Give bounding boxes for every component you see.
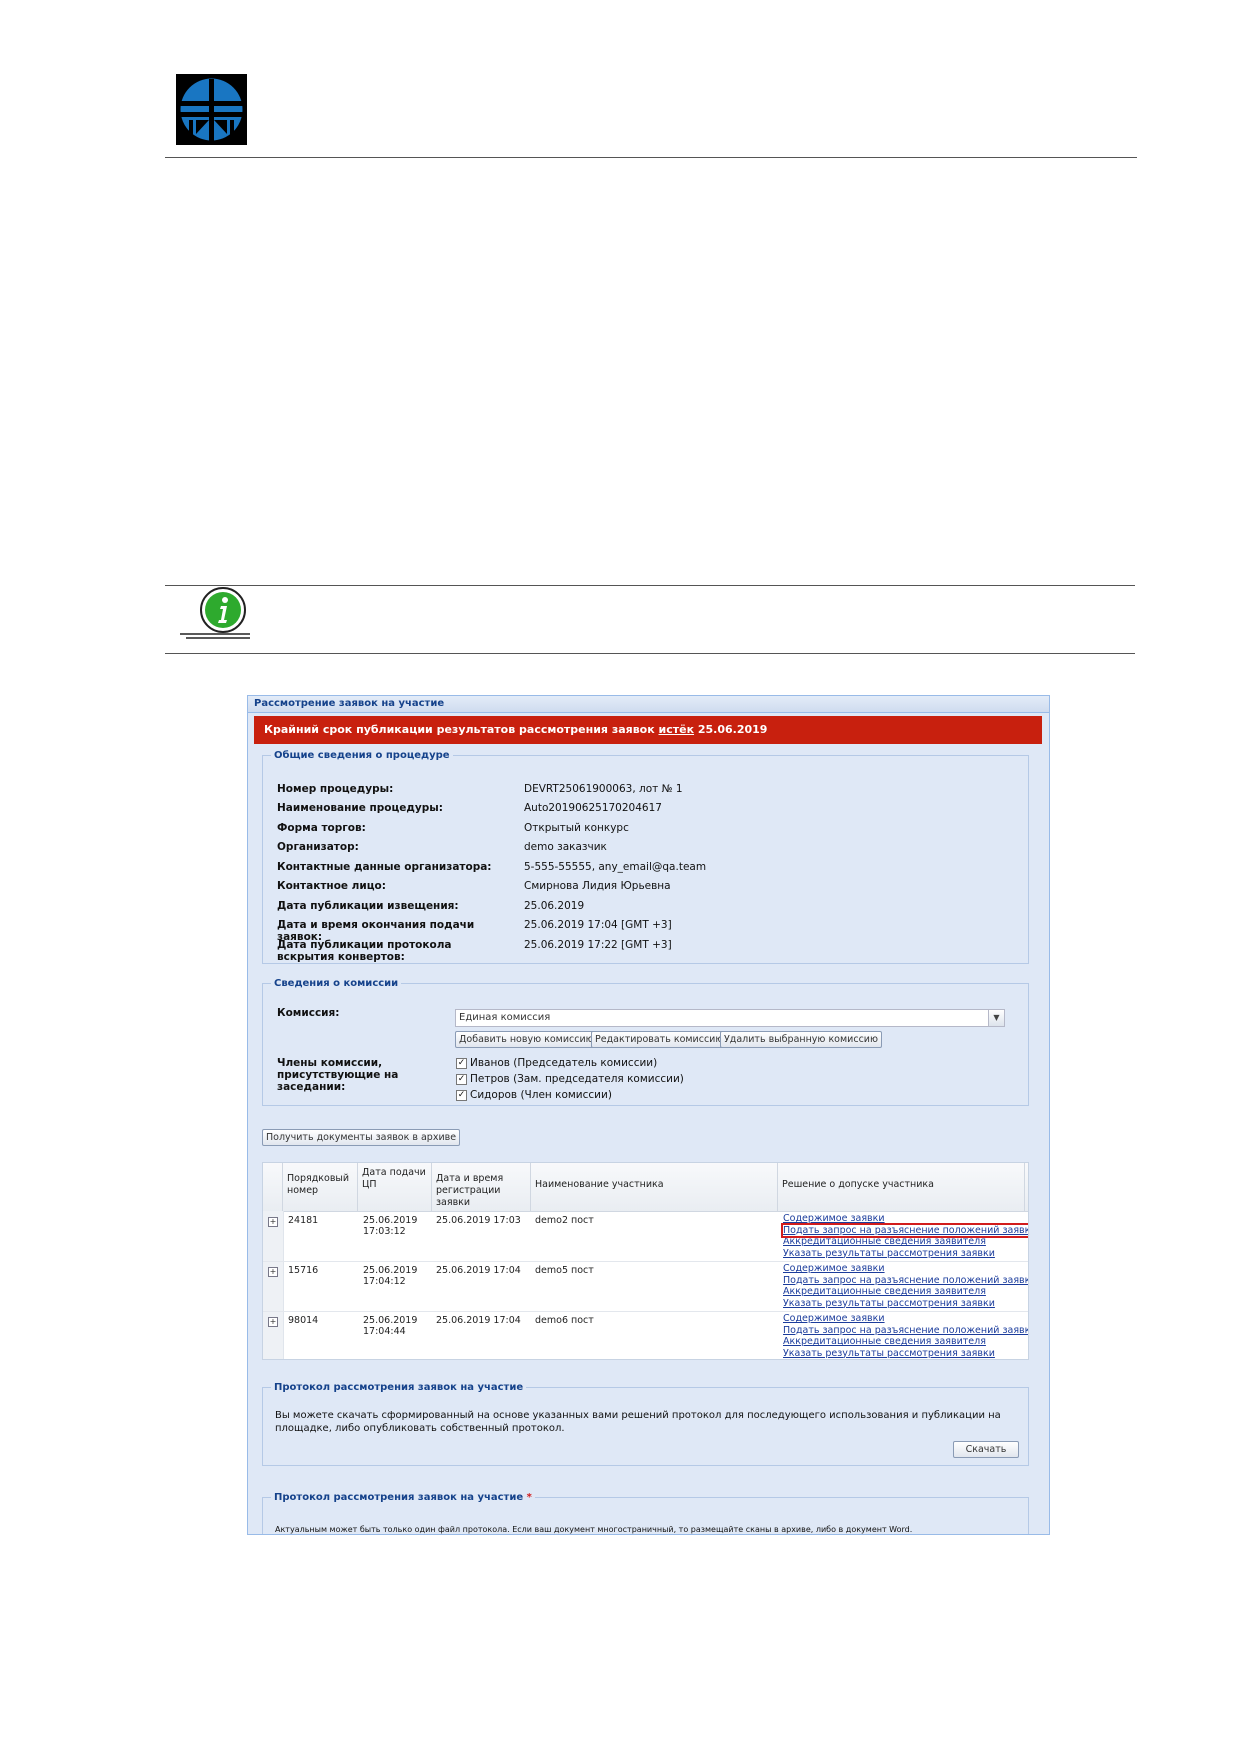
delete-commission-button[interactable]: Удалить выбранную комиссию [720,1031,882,1048]
cell-number: 24181 [288,1215,319,1226]
info-value: Открытый конкурс [524,822,629,834]
info-label: Организатор: [277,841,359,853]
header-number[interactable]: Порядковый номер [283,1163,358,1211]
review-results-link[interactable]: Указать результаты рассмотрения заявки [783,1298,1028,1310]
commission-label: Комиссия: [277,1007,340,1019]
cell-participant-name: demo6 пост [535,1315,594,1326]
cell-participant-name: demo5 пост [535,1265,594,1276]
cell-decision-links: Содержимое заявки Подать запрос на разъяс… [781,1213,1028,1260]
member-checkbox-3[interactable]: ✓ Сидоров (Член комиссии) [456,1089,612,1101]
accreditation-info-link[interactable]: Аккредитационные сведения заявителя [783,1336,1028,1348]
member-checkbox-1[interactable]: ✓ Иванов (Председатель комиссии) [456,1057,657,1069]
cell-submit-date: 25.06.2019 17:04:44 [363,1315,418,1337]
protocol-description: Вы можете скачать сформированный на осно… [275,1410,1001,1434]
cell-decision-links: Содержимое заявки Подать запрос на разъяс… [783,1263,1028,1310]
commission-legend: Сведения о комиссии [274,978,399,989]
info-value: 5-555-55555, any_email@qa.team [524,861,707,873]
clarification-request-link[interactable]: Подать запрос на разъяснение положений з… [781,1222,1028,1238]
accreditation-info-link[interactable]: Аккредитационные сведения заявителя [783,1236,1028,1248]
deadline-banner: Крайний срок публикации результатов расс… [254,716,1042,744]
application-content-link[interactable]: Содержимое заявки [783,1263,1028,1275]
accreditation-info-link[interactable]: Аккредитационные сведения заявителя [783,1286,1028,1298]
chevron-down-icon[interactable]: ▼ [988,1010,1004,1026]
header-divider [165,157,1137,158]
checkbox-checked-icon[interactable]: ✓ [456,1089,467,1101]
table-header: Порядковый номер Дата подачи ЦП Дата и в… [263,1163,1028,1212]
general-info-fieldset: Общие сведения о процедуре Номер процеду… [262,750,1029,964]
expand-plus-icon[interactable]: + [268,1267,278,1277]
member-checkbox-2[interactable]: ✓ Петров (Зам. председателя комиссии) [456,1073,684,1085]
organization-logo [176,74,247,145]
general-info-legend: Общие сведения о процедуре [274,750,450,761]
info-value: Смирнова Лидия Юрьевна [524,880,671,892]
info-value: DEVRT25061900063, лот № 1 [524,783,683,795]
info-value: Auto20190625170204617 [524,802,662,814]
cell-registration-date: 25.06.2019 17:04 [436,1265,521,1276]
table-row: +15716 25.06.2019 17:04:12 25.06.2019 17:0… [263,1261,1028,1312]
protocol-upload-legend: Протокол рассмотрения заявок на участие … [274,1492,532,1503]
cell-participant-name: demo2 пост [535,1215,594,1226]
info-label: Дата публикации извещения: [277,900,459,912]
add-commission-button[interactable]: Добавить новую комиссию [455,1031,598,1048]
info-value: 25.06.2019 17:04 [GMT +3] [524,919,672,931]
note-divider-top [165,585,1135,586]
table-row: +98014 25.06.2019 17:04:44 25.06.2019 17:0… [263,1311,1028,1360]
commission-select[interactable]: Единая комиссия ▼ [455,1009,1005,1027]
header-admission-decision[interactable]: Решение о допуске участника [778,1163,1025,1211]
expand-plus-icon[interactable]: + [268,1217,278,1227]
info-value: 25.06.2019 [524,900,585,912]
info-label: Номер процедуры: [277,783,394,795]
review-results-link[interactable]: Указать результаты рассмотрения заявки [783,1348,1028,1360]
protocol-fieldset: Протокол рассмотрения заявок на участие … [262,1382,1029,1466]
checkbox-checked-icon[interactable]: ✓ [456,1073,467,1085]
cell-decision-links: Содержимое заявки Подать запрос на разъяс… [783,1313,1028,1360]
info-label: Контактные данные организатора: [277,861,492,873]
commission-fieldset: Сведения о комиссии Комиссия: Единая ком… [262,978,1029,1106]
info-value: demo заказчик [524,841,607,853]
header-registration-date[interactable]: Дата и время регистрации заявки [432,1163,531,1211]
archive-download-button[interactable]: Получить документы заявок в архиве [262,1129,461,1146]
info-label: Наименование процедуры: [277,802,443,814]
edit-commission-button[interactable]: Редактировать комиссию [591,1031,728,1048]
info-label: Дата публикации протокола вскрытия конве… [277,939,452,963]
commission-members-label: Члены комиссии, присутствующие на заседа… [277,1057,399,1093]
applications-review-window: Рассмотрение заявок на участие Крайний с… [247,695,1050,1535]
info-label: Форма торгов: [277,822,366,834]
info-value: 25.06.2019 17:22 [GMT +3] [524,939,672,951]
review-results-link[interactable]: Указать результаты рассмотрения заявки [783,1248,1028,1260]
cell-registration-date: 25.06.2019 17:04 [436,1315,521,1326]
cell-registration-date: 25.06.2019 17:03 [436,1215,521,1226]
note-divider-bottom [165,653,1135,654]
expand-plus-icon[interactable]: + [268,1317,278,1327]
cell-submit-date: 25.06.2019 17:03:12 [363,1215,418,1237]
applications-table: Порядковый номер Дата подачи ЦП Дата и в… [262,1162,1029,1360]
clarification-request-link[interactable]: Подать запрос на разъяснение положений з… [783,1325,1028,1337]
cell-submit-date: 25.06.2019 17:04:12 [363,1265,418,1287]
header-expand-column [263,1163,283,1211]
cell-number: 15716 [288,1265,319,1276]
download-protocol-button[interactable]: Скачать [953,1441,1019,1458]
protocol-legend: Протокол рассмотрения заявок на участие [274,1382,524,1393]
cell-number: 98014 [288,1315,319,1326]
checkbox-checked-icon[interactable]: ✓ [456,1057,467,1069]
table-row: +24181 25.06.2019 17:03:12 25.06.2019 17:0… [263,1211,1028,1262]
application-content-link[interactable]: Содержимое заявки [783,1213,1028,1225]
info-label: Контактное лицо: [277,880,386,892]
header-submit-date[interactable]: Дата подачи ЦП [358,1163,432,1211]
clarification-request-link[interactable]: Подать запрос на разъяснение положений з… [783,1275,1028,1287]
window-title: Рассмотрение заявок на участие [248,696,1049,713]
protocol-upload-description: Актуальным может быть только один файл п… [275,1525,913,1534]
header-participant-name[interactable]: Наименование участника [531,1163,778,1211]
info-icon [180,587,250,639]
protocol-upload-fieldset: Протокол рассмотрения заявок на участие … [262,1492,1029,1534]
application-content-link[interactable]: Содержимое заявки [783,1313,1028,1325]
